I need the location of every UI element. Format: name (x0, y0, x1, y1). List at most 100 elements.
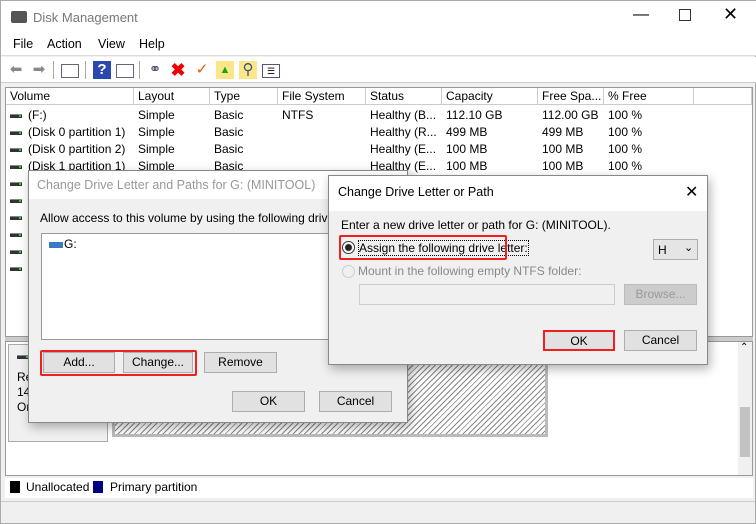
title-bar: Disk Management — ✕ (1, 1, 756, 34)
mount-folder-label[interactable]: Mount in the following empty NTFS folder… (358, 264, 581, 278)
column-header[interactable]: File System (278, 88, 366, 105)
console-tree-icon[interactable] (61, 64, 79, 78)
table-cell[interactable]: (Disk 0 partition 2) (6, 141, 134, 158)
drive-letter-item[interactable]: G: (64, 237, 77, 251)
table-cell: 100 MB (538, 158, 604, 175)
settings-list-icon[interactable]: ☰ (262, 64, 280, 78)
dialog-title: Change Drive Letter and Paths for G: (MI… (37, 178, 316, 192)
volume-icon (10, 266, 22, 271)
legend-swatch-unallocated (10, 481, 20, 493)
table-cell: 100 % (604, 141, 694, 158)
ok-button[interactable]: OK (232, 391, 305, 412)
volume-icon (10, 215, 22, 220)
cell-text: 100 MB (446, 159, 488, 173)
highlight-box (40, 350, 197, 376)
cell-text: Simple (138, 142, 175, 156)
column-header[interactable]: Capacity (442, 88, 538, 105)
connect-icon[interactable]: ⚭ (146, 61, 164, 79)
remove-button[interactable]: Remove (204, 352, 277, 373)
legend-swatch-primary (93, 481, 103, 493)
cell-text: 100 % (608, 142, 643, 156)
cell-text: 499 MB (542, 125, 584, 139)
cell-text: 100 % (608, 108, 643, 122)
ok-button[interactable]: OK (543, 330, 615, 351)
table-cell: 112.00 GB (538, 107, 604, 124)
table-cell[interactable]: (F:) (6, 107, 134, 124)
volume-icon (10, 147, 22, 152)
legend-label: Primary partition (110, 480, 198, 494)
table-cell: 100 MB (442, 141, 538, 158)
cell-text: NTFS (282, 108, 314, 122)
forward-icon[interactable]: ➡ (30, 61, 48, 79)
column-header[interactable]: % Free (604, 88, 694, 105)
selected-letter: H (658, 243, 667, 257)
drive-letter-listbox[interactable]: G: (41, 233, 371, 340)
legend-label: Unallocated (26, 480, 90, 494)
scroll-thumb[interactable] (740, 407, 750, 457)
table-cell: Basic (210, 141, 278, 158)
table-cell: Basic (210, 124, 278, 141)
vertical-scrollbar[interactable]: ⌃ (738, 342, 752, 475)
cell-text: 100 MB (542, 142, 584, 156)
menu-file[interactable]: File (13, 37, 33, 51)
cell-text: 499 MB (446, 125, 488, 139)
scroll-up-icon[interactable]: ⌃ (740, 342, 748, 353)
table-cell: Simple (134, 107, 210, 124)
close-icon[interactable]: ✕ (685, 182, 698, 202)
properties-icon[interactable]: ✓ (193, 61, 211, 79)
open-folder-icon[interactable]: ▲ (216, 61, 234, 79)
drive-letter-dropdown[interactable]: H ⌄ (653, 239, 698, 260)
mount-folder-radio[interactable] (342, 265, 355, 278)
column-header[interactable]: Free Spa... (538, 88, 604, 105)
menu-bar: File Action View Help (1, 34, 756, 56)
column-header[interactable]: Layout (134, 88, 210, 105)
menu-help[interactable]: Help (139, 37, 165, 51)
table-cell: Basic (210, 107, 278, 124)
column-header[interactable]: Volume (6, 88, 134, 105)
volume-icon (10, 113, 22, 118)
explore-icon[interactable]: ⚲ (239, 61, 257, 79)
browse-button[interactable]: Browse... (624, 284, 697, 305)
cell-text: Basic (214, 125, 244, 139)
volume-icon (10, 232, 22, 237)
maximize-button[interactable] (679, 9, 691, 21)
table-cell: 100 MB (538, 141, 604, 158)
table-cell: Simple (134, 141, 210, 158)
cell-text: 112.10 GB (446, 108, 503, 122)
cancel-button[interactable]: Cancel (624, 330, 697, 351)
dialog-prompt: Enter a new drive letter or path for G: … (341, 218, 611, 232)
separator (85, 61, 86, 79)
disk-management-icon (11, 11, 27, 23)
window-title: Disk Management (33, 10, 138, 25)
table-cell: 100 MB (442, 158, 538, 175)
cell-text: 100 MB (542, 159, 584, 173)
delete-icon[interactable]: ✖ (169, 61, 187, 79)
help-icon[interactable]: ? (93, 61, 111, 79)
folder-path-input[interactable] (359, 284, 615, 305)
menu-view[interactable]: View (98, 37, 125, 51)
status-bar (1, 501, 755, 523)
back-icon[interactable]: ⬅ (7, 61, 25, 79)
column-header[interactable]: Type (210, 88, 278, 105)
highlight-box (339, 235, 507, 260)
volume-icon (10, 164, 22, 169)
menu-action[interactable]: Action (47, 37, 82, 51)
column-header[interactable]: Status (366, 88, 442, 105)
table-cell (278, 124, 366, 141)
action-pane-icon[interactable] (116, 64, 134, 78)
chevron-down-icon: ⌄ (684, 242, 694, 254)
volume-icon (10, 130, 22, 135)
cell-text: Basic (214, 142, 244, 156)
cell-text: 112.00 GB (542, 108, 599, 122)
change-drive-letter-dialog: Change Drive Letter or Path ✕ Enter a ne… (328, 175, 708, 365)
close-button[interactable]: ✕ (723, 4, 738, 25)
minimize-button[interactable]: — (633, 6, 649, 24)
dialog-prompt: Allow access to this volume by using the… (40, 211, 365, 225)
table-cell: Healthy (R... (366, 124, 442, 141)
table-cell[interactable]: (Disk 0 partition 1) (6, 124, 134, 141)
volume-icon (10, 198, 22, 203)
cell-text: Simple (138, 108, 175, 122)
cancel-button[interactable]: Cancel (319, 391, 392, 412)
table-cell: 100 % (604, 158, 694, 175)
cell-text: Basic (214, 108, 244, 122)
